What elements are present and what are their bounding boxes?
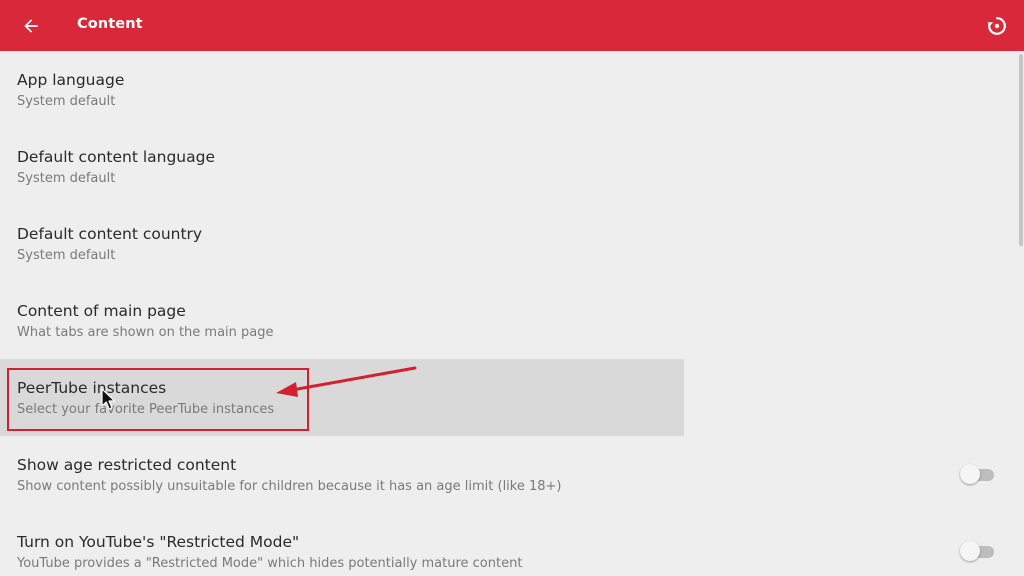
app-bar: Content (0, 0, 1024, 51)
settings-screen: Content App language System default Defa… (0, 0, 1024, 576)
setting-default-content-language[interactable]: Default content language System default (0, 128, 1024, 205)
setting-title: Content of main page (17, 302, 186, 320)
setting-subtitle: System default (17, 248, 116, 263)
setting-content-of-main-page[interactable]: Content of main page What tabs are shown… (0, 282, 1024, 359)
restore-defaults-icon (987, 17, 1006, 35)
annotation-arrow-icon (276, 366, 417, 397)
back-button[interactable] (12, 7, 50, 45)
setting-subtitle: What tabs are shown on the main page (17, 325, 274, 340)
setting-title: App language (17, 71, 125, 89)
page-title: Content (77, 16, 143, 32)
mouse-cursor-icon (101, 388, 116, 410)
setting-default-content-country[interactable]: Default content country System default (0, 205, 1024, 282)
setting-subtitle: System default (17, 94, 116, 109)
setting-subtitle: YouTube provides a "Restricted Mode" whi… (17, 556, 523, 571)
age-restricted-toggle[interactable] (960, 464, 996, 484)
setting-show-age-restricted-content[interactable]: Show age restricted content Show content… (0, 436, 1024, 513)
arrow-back-icon (24, 19, 38, 33)
scrollbar[interactable] (1019, 54, 1023, 246)
setting-youtube-restricted-mode[interactable]: Turn on YouTube's "Restricted Mode" YouT… (0, 513, 1024, 576)
setting-app-language[interactable]: App language System default (0, 51, 1024, 128)
restricted-mode-toggle[interactable] (960, 541, 996, 561)
toggle-thumb (960, 464, 980, 484)
restore-defaults-button[interactable] (980, 9, 1014, 43)
setting-title: Turn on YouTube's "Restricted Mode" (17, 533, 300, 551)
settings-list: App language System default Default cont… (0, 51, 1024, 576)
toggle-thumb (960, 541, 980, 561)
setting-title: Default content country (17, 225, 203, 243)
setting-subtitle: Show content possibly unsuitable for chi… (17, 479, 562, 494)
setting-title: Default content language (17, 148, 215, 166)
setting-title: Show age restricted content (17, 456, 237, 474)
annotation-highlight-box (7, 368, 309, 431)
setting-subtitle: System default (17, 171, 116, 186)
